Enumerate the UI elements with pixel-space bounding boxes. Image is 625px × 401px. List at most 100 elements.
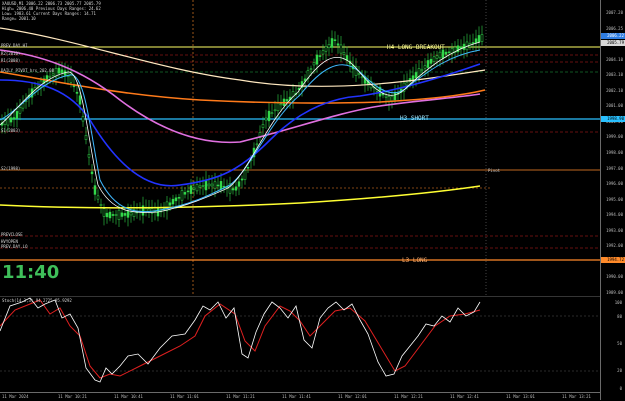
candle-body: [75, 91, 79, 94]
candle-body: [105, 212, 109, 218]
candle-body: [231, 188, 235, 191]
candle-body: [324, 46, 328, 52]
price-tick: 2003.10: [606, 72, 623, 78]
price-tag-l3: 1994.72: [601, 257, 625, 263]
price-tick: 2007.20: [606, 10, 623, 15]
candle-body: [114, 214, 118, 216]
session-clock: 11:40: [2, 262, 60, 283]
candle-body: [216, 184, 220, 187]
candle-body: [234, 186, 238, 191]
candle-body: [423, 65, 427, 69]
candles: [0, 25, 484, 228]
candle-body: [420, 68, 424, 72]
range-line: Range= 2001.10: [2, 16, 36, 21]
candle-body: [171, 198, 175, 205]
candle-body: [102, 208, 106, 217]
symbol-info: XAUUSD,M1 2006.22 2006.73 2005.77 2005.7…: [2, 1, 101, 21]
price-tick: 2004.10: [606, 56, 623, 62]
candle-body: [183, 192, 187, 195]
candle-body: [426, 60, 430, 68]
price-tick: 1993.00: [606, 227, 623, 233]
oscillator-chart[interactable]: [0, 296, 625, 400]
candle-body: [246, 167, 250, 169]
candle-body: [51, 73, 55, 76]
candle-body: [78, 95, 82, 105]
osc-tick: 0: [619, 386, 622, 391]
ma-pink-line: [0, 49, 481, 144]
candle-body: [243, 170, 247, 180]
candle-body: [198, 185, 202, 188]
left-tag: PREVCLOSE: [1, 232, 23, 237]
candle-body: [321, 50, 325, 55]
candle-body: [240, 178, 244, 181]
candle-body: [96, 195, 100, 200]
osc-tick: 50: [617, 341, 622, 346]
left-tag: S2(1998): [1, 166, 21, 171]
candle-body: [87, 154, 91, 158]
price-tick: 2006.25: [606, 25, 623, 31]
candle-body: [444, 51, 448, 55]
candle-body: [279, 103, 283, 106]
candle-body: [339, 44, 343, 54]
h3-short-label: H3 SHORT: [400, 115, 429, 122]
candle-body: [312, 62, 316, 66]
time-label: 11 Mar 11:21: [226, 394, 255, 399]
time-label: 11 Mar 10:21: [58, 394, 87, 399]
candle-body: [276, 102, 280, 112]
time-label: 11 Mar 12:41: [450, 394, 479, 399]
time-label: 11 Mar 13:01: [506, 394, 535, 399]
candle-body: [60, 69, 64, 73]
price-tick: 1994.00: [606, 212, 623, 218]
left-tag: PREV.DAY.LO: [1, 244, 28, 249]
stoch-main-line: [0, 297, 481, 383]
time-label: 11 Mar 10:41: [114, 394, 143, 399]
candle-body: [186, 190, 190, 193]
candle-body: [414, 72, 418, 79]
candle-body: [129, 212, 133, 216]
candle-body: [360, 76, 364, 79]
price-tick: 1999.00: [606, 134, 623, 140]
candle-body: [471, 42, 475, 44]
candle-body: [429, 58, 433, 64]
ema-fast-line: [0, 41, 481, 213]
candle-body: [342, 52, 346, 55]
candle-body: [210, 183, 214, 187]
candle-body: [213, 181, 217, 189]
candle-body: [327, 44, 331, 48]
price-tick: 2001.00: [606, 103, 623, 109]
time-label: 11 Mar 11:01: [170, 394, 199, 399]
time-label: 11 Mar 11:41: [282, 394, 311, 399]
osc-tick: 20: [617, 368, 622, 373]
candle-body: [432, 56, 436, 62]
candle-body: [477, 35, 481, 43]
candle-body: [201, 185, 205, 187]
candle-body: [81, 116, 85, 122]
price-tick: 1998.00: [606, 150, 623, 155]
candle-body: [309, 68, 313, 70]
candle-body: [405, 81, 409, 86]
candle-body: [15, 111, 19, 119]
oscillator-scale: 100 80 50 20 0: [600, 296, 625, 400]
candle-body: [357, 73, 361, 75]
candle-body: [447, 51, 451, 54]
candle-body: [123, 213, 127, 216]
price-chart[interactable]: [0, 0, 625, 296]
candle-body: [99, 204, 103, 206]
candle-body: [264, 117, 268, 121]
price-tick: 1996.00: [606, 181, 623, 187]
time-label: 11 Mar 12:21: [394, 394, 423, 399]
candle-body: [333, 39, 337, 41]
candle-body: [273, 109, 277, 112]
left-tag: S1(2003): [1, 128, 21, 133]
candle-body: [126, 210, 130, 218]
candle-body: [93, 185, 97, 195]
candle-body: [120, 212, 124, 217]
price-tick: 1989.00: [606, 290, 623, 295]
candle-body: [237, 181, 241, 187]
candle-body: [318, 55, 322, 57]
price-tag-last: 2005.79: [601, 40, 625, 46]
candle-body: [90, 171, 94, 175]
candle-body: [192, 187, 196, 190]
candle-body: [48, 75, 52, 78]
l3-long-label: L3 LONG: [402, 257, 428, 264]
